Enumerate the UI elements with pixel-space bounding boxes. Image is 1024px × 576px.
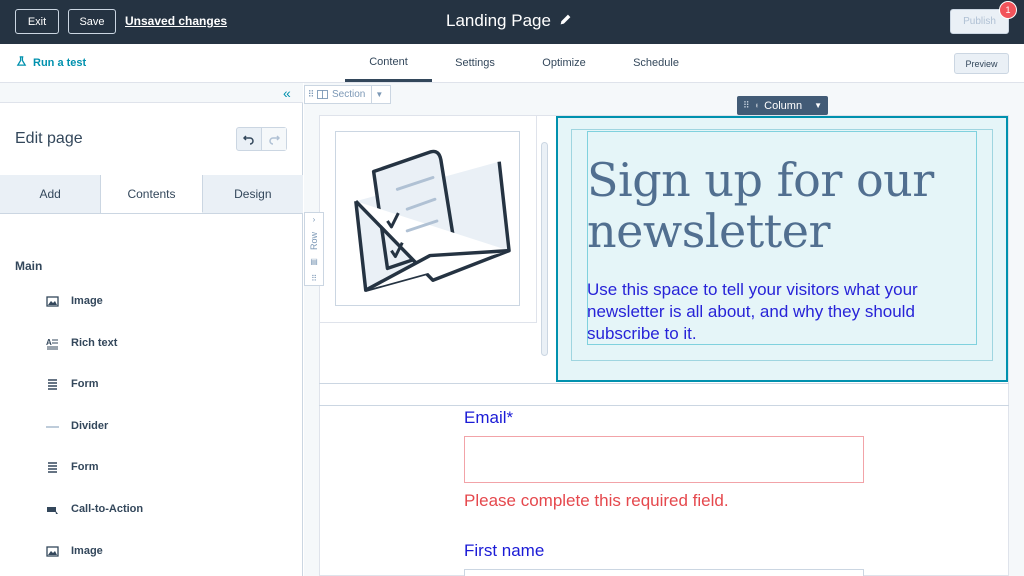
top-bar: Exit Save Unsaved changes Landing Page P… (0, 0, 1024, 44)
chevron-down-icon[interactable]: ▼ (814, 101, 822, 110)
redo-icon[interactable] (261, 128, 286, 150)
newsletter-illustration[interactable] (335, 131, 520, 306)
module-item-image[interactable]: Image (46, 543, 103, 559)
module-item-label: Divider (71, 420, 109, 432)
notification-badge: 1 (999, 1, 1017, 19)
tab-schedule[interactable]: Schedule (622, 44, 690, 82)
page-title[interactable]: Landing Page (446, 11, 572, 31)
run-a-test-label: Run a test (33, 57, 87, 69)
sidebar-tab-contents[interactable]: Contents (101, 175, 203, 213)
email-label: Email* (464, 408, 514, 427)
first-name-field[interactable] (464, 569, 864, 576)
image-icon (46, 545, 59, 558)
module-item-label: Image (71, 545, 103, 557)
undo-redo-group (236, 127, 287, 151)
section-layout-icon (317, 90, 328, 99)
form-icon (46, 461, 59, 474)
sidebar-title: Edit page (15, 130, 83, 147)
group-label-main: Main (15, 259, 43, 273)
run-a-test-link[interactable]: Run a test (16, 56, 86, 70)
image-icon (46, 295, 59, 308)
module-item-label: Image (71, 295, 103, 307)
newsletter-description[interactable]: Use this space to tell your visitors wha… (587, 279, 967, 345)
row-label: Row (309, 231, 319, 250)
module-item-form[interactable]: Form (46, 459, 99, 475)
unsaved-changes-link[interactable]: Unsaved changes (125, 14, 227, 28)
module-item-label: Form (71, 461, 99, 473)
sidebar-tab-add[interactable]: Add (0, 175, 102, 213)
module-item-call-to-action[interactable]: Call-to-Action (46, 501, 143, 517)
undo-icon[interactable] (237, 128, 261, 150)
sidebar-collapse-strip: « (0, 83, 303, 103)
double-chevron-left-icon[interactable]: « (283, 86, 291, 100)
form-icon (46, 378, 59, 391)
flask-icon (16, 56, 27, 70)
save-button[interactable]: Save (68, 9, 116, 34)
email-error-message: Please complete this required field. (464, 491, 729, 510)
chevron-right-icon[interactable]: › (313, 215, 316, 224)
edit-sidebar: « Edit page Add Contents Design Main Ima… (0, 83, 303, 576)
module-item-divider[interactable]: Divider (46, 418, 108, 434)
tab-content[interactable]: Content (345, 44, 432, 82)
newsletter-headline[interactable]: Sign up for our newsletter (587, 155, 977, 257)
chevron-down-icon[interactable]: ▼ (372, 90, 386, 99)
rich-text-icon: A (46, 337, 59, 350)
drag-handle-icon[interactable]: ⠿ (311, 274, 317, 283)
module-item-label: Rich text (71, 337, 118, 349)
pencil-icon[interactable] (559, 11, 572, 31)
module-item-rich-text[interactable]: A Rich text (46, 335, 117, 351)
row-layout-icon: ▤ (310, 257, 318, 267)
editor-tab-bar: Run a test Content Settings Optimize Sch… (0, 44, 1024, 83)
svg-text:A: A (46, 338, 52, 347)
row-divider (319, 383, 1009, 384)
column-resize-handle[interactable] (541, 142, 548, 356)
divider-icon (46, 420, 59, 433)
first-name-label: First name (464, 541, 545, 560)
section-toolbar[interactable]: ⠿ Section ▼ (304, 85, 391, 104)
module-item-label: Form (71, 378, 99, 390)
envelope-illustration-icon (354, 149, 511, 292)
module-item-form[interactable]: Form (46, 376, 99, 392)
module-item-image[interactable]: Image (46, 293, 103, 309)
email-field[interactable] (464, 436, 864, 483)
module-item-label: Call-to-Action (71, 503, 144, 515)
section-label-group: Section (317, 86, 373, 103)
sidebar-tabs: Add Contents Design (0, 175, 303, 214)
drag-handle-icon[interactable]: ⠿ (743, 100, 750, 111)
preview-button[interactable]: Preview (954, 53, 1009, 74)
sidebar-tab-design[interactable]: Design (202, 175, 303, 213)
column-icon (755, 103, 759, 108)
column-toolbar[interactable]: ⠿ Column ▼ (737, 96, 828, 115)
exit-button[interactable]: Exit (15, 9, 59, 34)
tab-settings[interactable]: Settings (445, 44, 505, 82)
drag-handle-icon[interactable]: ⠿ (305, 89, 317, 100)
cta-icon (46, 503, 59, 516)
column-label: Column (764, 99, 803, 112)
section-label: Section (332, 89, 366, 100)
page-title-text: Landing Page (446, 11, 551, 30)
tab-optimize[interactable]: Optimize (530, 44, 598, 82)
row-divider (319, 405, 1009, 406)
